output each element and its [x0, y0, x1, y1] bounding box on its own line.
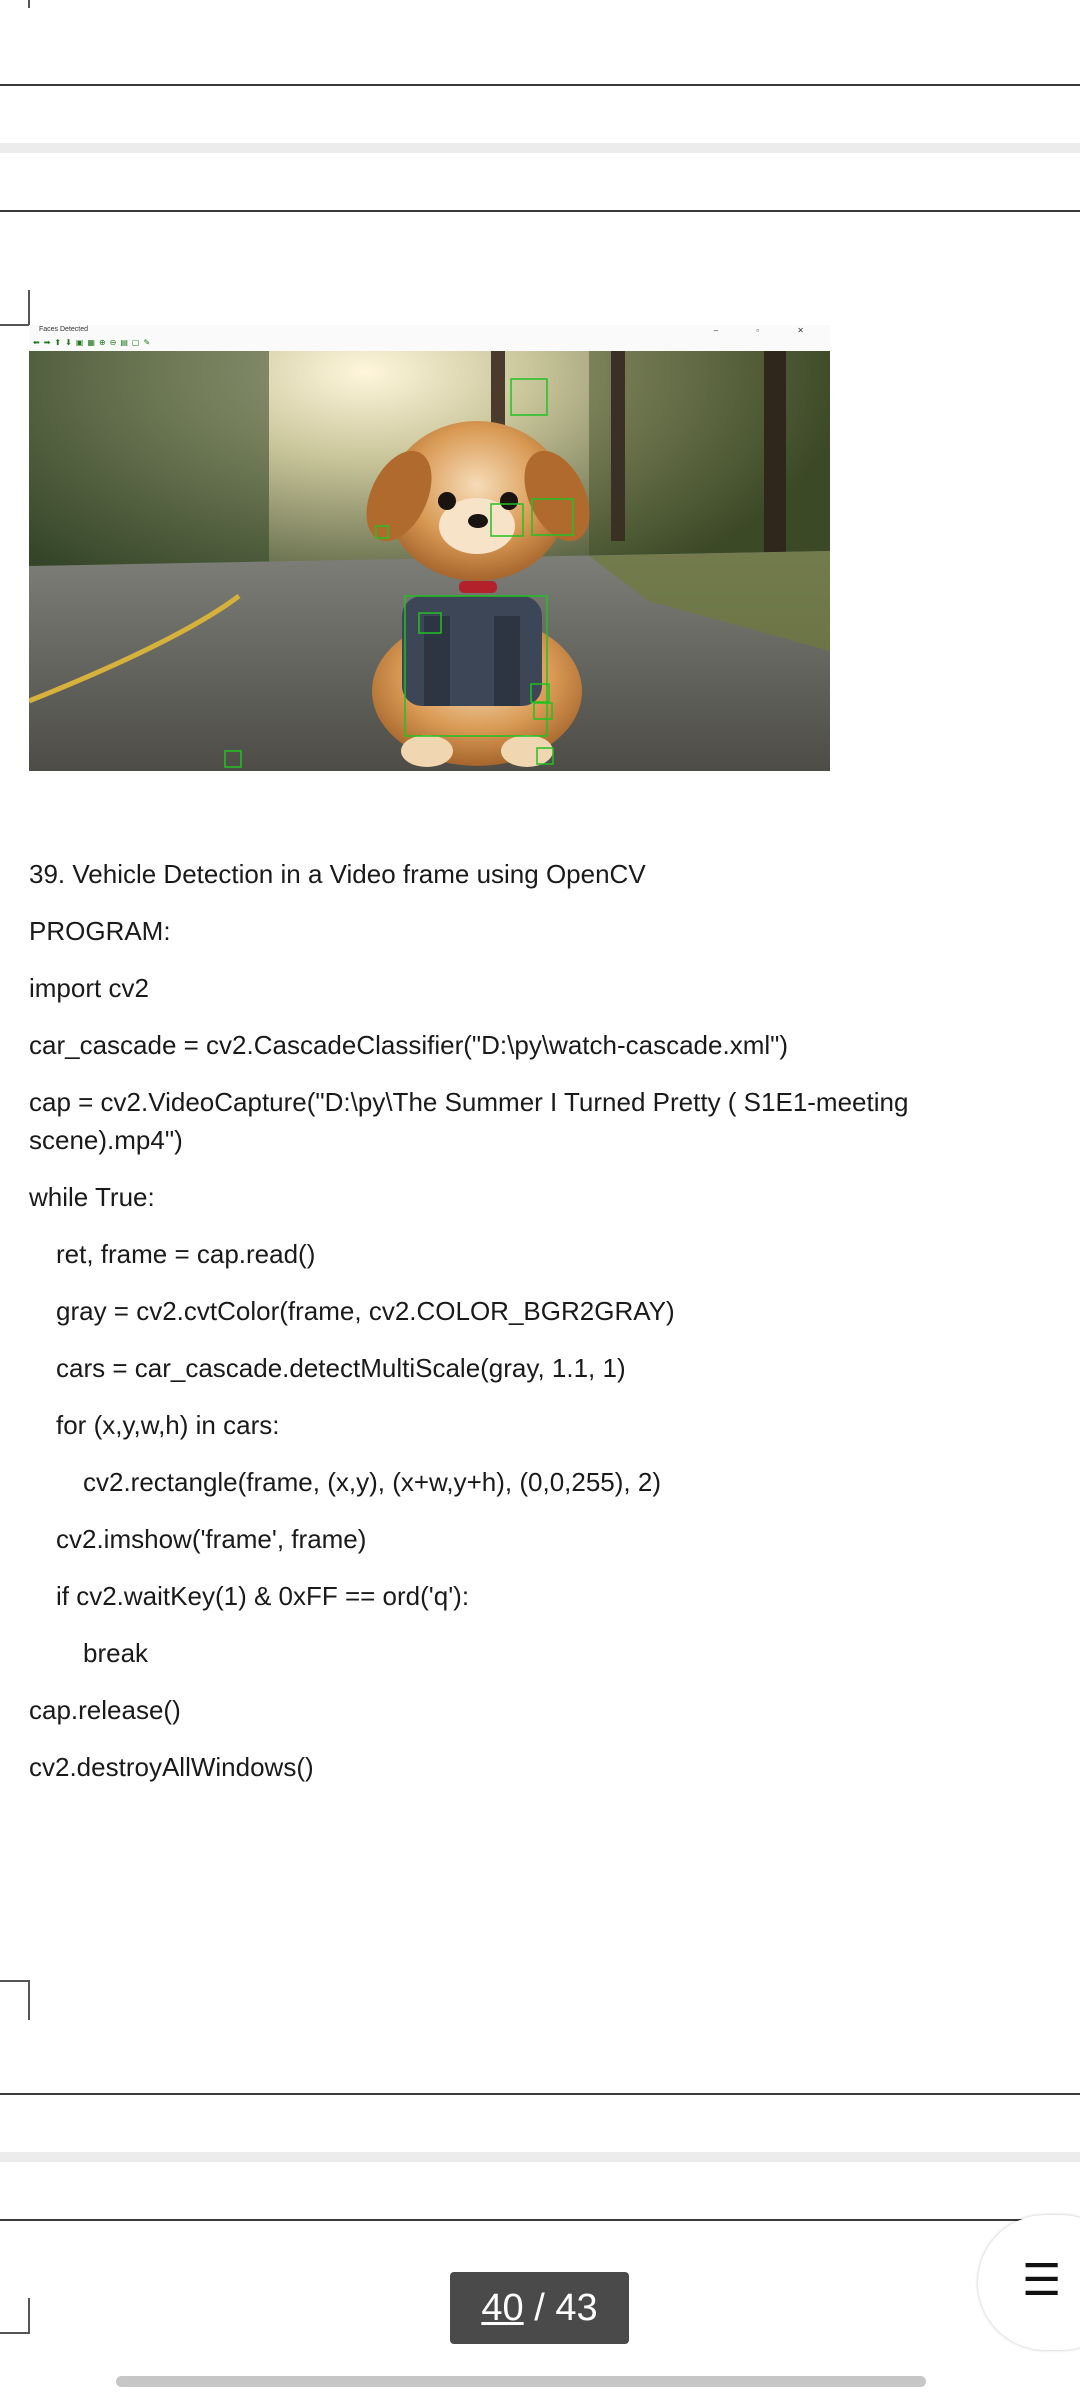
window-controls: – ▫ ✕ [713, 326, 822, 335]
horizontal-scrollbar[interactable] [116, 2376, 926, 2387]
crop-mark [0, 1980, 30, 2020]
crop-mark [28, 0, 30, 8]
window-titlebar: Faces Detected – ▫ ✕ ⬅➡⬆⬇▣▦⊕⊖▤▢✎ [29, 325, 830, 352]
code-line: while True: [29, 1182, 155, 1212]
code-line: cv2.rectangle(frame, (x,y), (x+w,y+h), (… [83, 1467, 661, 1497]
page-divider-top [0, 84, 1080, 86]
menu-button[interactable]: ☰ [978, 2215, 1080, 2350]
section-heading: 39. Vehicle Detection in a Video frame u… [29, 859, 646, 889]
code-line: gray = cv2.cvtColor(frame, cv2.COLOR_BGR… [56, 1296, 675, 1326]
code-line: cv2.destroyAllWindows() [29, 1752, 314, 1782]
code-line: if cv2.waitKey(1) & 0xFF == ord('q'): [56, 1581, 470, 1611]
code-line: cv2.imshow('frame', frame) [56, 1524, 367, 1554]
program-label: PROGRAM: [29, 916, 171, 946]
code-line: import cv2 [29, 973, 149, 1003]
page-gap [0, 2152, 1080, 2162]
window-title: Faces Detected [39, 326, 89, 333]
document-body: 39. Vehicle Detection in a Video frame u… [29, 855, 1049, 1805]
toolbar-icons: ⬅➡⬆⬇▣▦⊕⊖▤▢✎ [33, 338, 155, 347]
puppy-photo [29, 351, 830, 771]
total-pages: 43 [555, 2287, 598, 2329]
code-line: cap.release() [29, 1695, 181, 1725]
page-divider [0, 210, 1080, 212]
code-line: car_cascade = cv2.CascadeClassifier("D:\… [29, 1030, 789, 1060]
page-gap [0, 143, 1080, 153]
code-line: ret, frame = cap.read() [56, 1239, 316, 1269]
code-block: import cv2 car_cascade = cv2.CascadeClass… [29, 969, 1049, 1786]
code-line: break [83, 1638, 149, 1668]
crop-mark [0, 290, 30, 326]
current-page[interactable]: 40 [481, 2287, 523, 2329]
detected-faces-screenshot: Faces Detected – ▫ ✕ ⬅➡⬆⬇▣▦⊕⊖▤▢✎ [29, 325, 830, 771]
page-separator: / [523, 2287, 556, 2329]
hamburger-menu-icon[interactable]: ☰ [1022, 2255, 1061, 2306]
page-indicator[interactable]: 40 / 43 [450, 2272, 629, 2344]
code-line: cars = car_cascade.detectMultiScale(gray… [56, 1353, 626, 1383]
code-line: cap = cv2.VideoCapture("D:\py\The Summer… [29, 1087, 916, 1155]
page-divider [0, 2219, 1080, 2221]
crop-mark [0, 2298, 30, 2334]
code-line: for (x,y,w,h) in cars: [56, 1410, 280, 1440]
page-divider [0, 2093, 1080, 2095]
